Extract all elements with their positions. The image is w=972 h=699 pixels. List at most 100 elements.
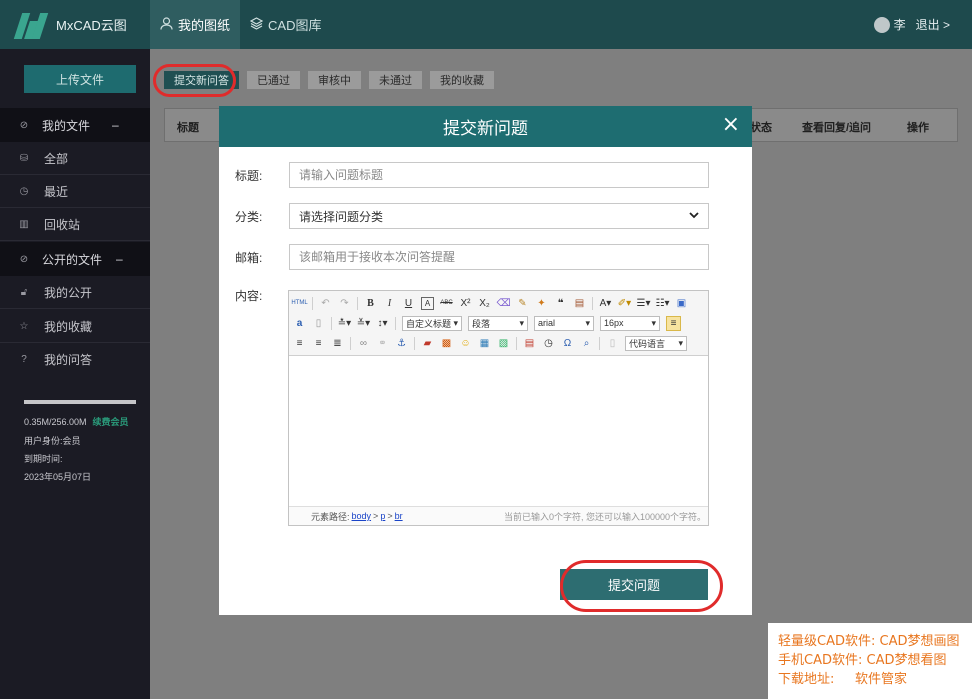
special-chars-icon[interactable]: Ω	[561, 337, 574, 350]
category-select[interactable]: 请选择问题分类	[289, 203, 709, 229]
path-br-link[interactable]: br	[395, 511, 403, 521]
video-icon[interactable]: ▦	[478, 337, 491, 350]
tab-approved[interactable]: 已通过	[247, 71, 300, 89]
row-spacing-top-icon[interactable]: ≛▾	[338, 317, 351, 330]
avatar	[874, 17, 891, 34]
editor-content-area[interactable]	[289, 356, 708, 508]
sidebar-group-label: 公开的文件	[42, 252, 103, 267]
bold-icon[interactable]: B	[364, 297, 377, 310]
sidebar-group-my-files[interactable]: ⊘ 我的文件 –	[0, 108, 150, 142]
align-left-icon[interactable]: ≡	[666, 315, 681, 331]
category-row: 分类: 请选择问题分类	[235, 203, 709, 229]
tab-rejected[interactable]: 未通过	[369, 71, 422, 89]
time-icon[interactable]: ◷	[542, 337, 555, 350]
collapse-toggle: –	[116, 252, 123, 266]
logo[interactable]: MxCAD云图	[0, 0, 150, 49]
custom-style-select[interactable]: 自定义标题 ▾	[402, 315, 462, 331]
map-icon[interactable]: ▧	[497, 337, 510, 350]
text-direction-icon[interactable]: a	[293, 317, 306, 330]
sidebar-item-favorites[interactable]: ☆ 我的收藏	[0, 310, 150, 343]
title-input[interactable]	[289, 162, 709, 188]
html-source-icon[interactable]: HTML	[291, 297, 307, 310]
nav-my-drawings[interactable]: 我的图纸	[150, 0, 241, 49]
storage-usage: 0.35M/256.00M 续费会员	[24, 415, 129, 428]
blockquote-icon[interactable]: ❝	[554, 297, 567, 310]
subscript-icon[interactable]: X₂	[478, 297, 491, 310]
underline-icon[interactable]: U	[402, 297, 415, 310]
nav-cad-library[interactable]: CAD图库	[240, 0, 331, 49]
eraser-icon[interactable]: ⌫	[496, 297, 510, 310]
unordered-list-icon[interactable]: ☷▾	[656, 297, 670, 310]
path-p-link[interactable]: p	[380, 511, 385, 521]
highlight-color-icon[interactable]: ✐▾	[618, 297, 631, 310]
char-count: 当前已输入0个字符, 您还可以输入100000个字符。	[503, 511, 706, 522]
sidebar-item-my-public[interactable]: 🔓︎ 我的公开	[0, 276, 150, 309]
search-replace-icon[interactable]: ⌕	[580, 337, 593, 350]
highlight-circle	[560, 560, 723, 612]
page-break-icon[interactable]: ▯	[312, 317, 325, 330]
ordered-list-icon[interactable]: ☰▾	[637, 297, 651, 310]
chevron-down-icon	[689, 211, 699, 222]
top-nav: 我的图纸 CAD图库	[150, 0, 331, 49]
emoticon-icon[interactable]: ☺	[459, 337, 472, 350]
align-right-icon[interactable]: ≡	[312, 337, 325, 350]
sidebar-group-public[interactable]: ⊘ 公开的文件 –	[0, 242, 150, 276]
element-path-label: 元素路径:	[311, 511, 350, 522]
font-family-select[interactable]: arial ▾	[534, 315, 594, 331]
redo-icon[interactable]: ↷	[338, 297, 351, 310]
chevron-down-icon: ▾	[651, 317, 656, 328]
multi-image-icon[interactable]: ▩	[440, 337, 453, 350]
line-height-icon[interactable]: ↕▾	[376, 317, 389, 330]
undo-icon[interactable]: ↶	[319, 297, 332, 310]
sidebar-item-recycle[interactable]: ▥ 回收站	[0, 208, 150, 241]
path-body-link[interactable]: body	[352, 511, 372, 521]
chevron-down-icon: ▾	[678, 337, 683, 348]
promo-line: 下载地址: 软件管家	[778, 672, 908, 687]
auto-format-icon[interactable]: ✦	[535, 297, 548, 310]
renew-link[interactable]: 续费会员	[93, 417, 129, 427]
template-icon[interactable]: ▯	[606, 337, 619, 350]
date-icon[interactable]: ▤	[523, 337, 536, 350]
trash-icon: ▥	[19, 218, 29, 230]
logout-link[interactable]: 退出 >	[916, 16, 950, 33]
tab-reviewing[interactable]: 审核中	[308, 71, 361, 89]
align-justify-icon[interactable]: ≣	[331, 337, 344, 350]
close-icon[interactable]: ×	[722, 113, 740, 137]
format-brush-icon[interactable]: ✎	[516, 297, 529, 310]
sidebar-item-label: 全部	[44, 151, 69, 166]
email-input[interactable]	[289, 244, 709, 270]
anchor-icon[interactable]: ⚓	[395, 337, 408, 350]
sidebar-item-all[interactable]: ⛁ 全部	[0, 142, 150, 175]
expire-label: 到期时间:	[24, 454, 63, 464]
strikethrough-icon[interactable]: ABC	[440, 297, 453, 310]
promo-box: 轻量级CAD软件: CAD梦想画图 手机CAD软件: CAD梦想看图 下载地址:…	[768, 623, 972, 699]
image-icon[interactable]: ▰	[421, 337, 434, 350]
link-icon[interactable]: ∞	[357, 337, 370, 350]
dialog-header: 提交新问题 ×	[219, 106, 752, 147]
fullscreen-icon[interactable]: ▣	[675, 297, 688, 310]
row-spacing-bottom-icon[interactable]: ≚▾	[357, 317, 370, 330]
font-color-icon[interactable]: A▾	[599, 297, 612, 310]
forbidden-circle-icon: ⊘	[19, 119, 29, 131]
user-menu[interactable]: 李	[874, 16, 906, 34]
sidebar-item-qa[interactable]: ? 我的问答	[0, 343, 150, 376]
code-language-select[interactable]: 代码语言 ▾	[625, 335, 687, 351]
unlink-icon[interactable]: ⚭	[376, 337, 389, 350]
logo-icon	[13, 11, 49, 39]
upload-button[interactable]: 上传文件	[24, 65, 136, 93]
header-reply: 查看回复/追问	[802, 122, 872, 134]
font-border-icon[interactable]: A	[421, 296, 434, 310]
italic-icon[interactable]: I	[383, 297, 396, 310]
header-status: 状态	[750, 122, 772, 134]
paste-plain-icon[interactable]: ▤	[573, 297, 586, 310]
sidebar-item-label: 我的收藏	[44, 319, 93, 334]
user-icon	[160, 16, 173, 33]
user-identity: 用户身份:会员	[24, 436, 81, 446]
align-center-icon[interactable]: ≡	[293, 337, 306, 350]
paragraph-select[interactable]: 段落 ▾	[468, 315, 528, 331]
tab-my-favorites[interactable]: 我的收藏	[430, 71, 494, 89]
sidebar-item-recent[interactable]: ◷ 最近	[0, 175, 150, 208]
font-size-select[interactable]: 16px ▾	[600, 315, 660, 331]
title-label: 标题:	[235, 168, 263, 183]
superscript-icon[interactable]: X²	[459, 297, 472, 310]
